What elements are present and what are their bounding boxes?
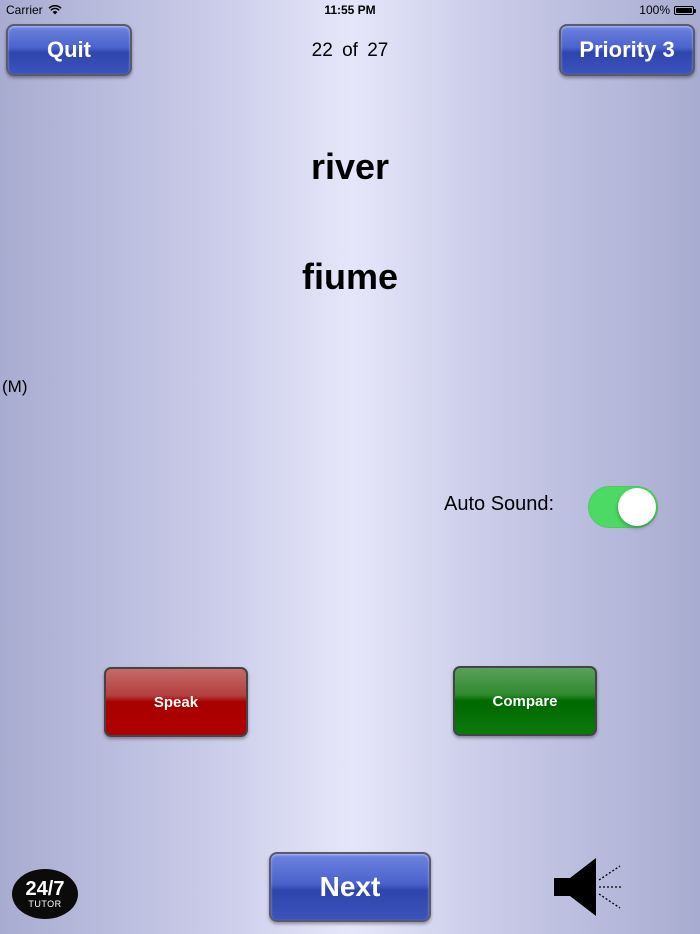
auto-sound-toggle[interactable]	[588, 486, 658, 528]
next-button[interactable]: Next	[269, 852, 431, 922]
flashcard-translation: fiume	[301, 256, 398, 297]
status-time: 11:55 PM	[324, 3, 376, 17]
tutor-logo: 24/7 TUTOR	[12, 869, 78, 919]
battery-percent: 100%	[639, 3, 670, 17]
speaker-icon[interactable]	[552, 856, 624, 918]
logo-sub-text: TUTOR	[28, 899, 62, 909]
battery-icon	[674, 5, 696, 15]
status-right: 100%	[639, 3, 696, 17]
toggle-knob	[618, 488, 656, 526]
flashcard-word: river	[310, 146, 390, 187]
logo-main-text: 24/7	[25, 878, 65, 900]
auto-sound-label: Auto Sound:	[444, 493, 555, 515]
gender-label: (M)	[2, 377, 28, 396]
priority-button[interactable]: Priority 3	[559, 24, 695, 76]
compare-button[interactable]: Compare	[453, 666, 597, 736]
status-bar: Carrier 11:55 PM 100%	[0, 0, 700, 20]
speak-button[interactable]: Speak	[104, 667, 248, 737]
